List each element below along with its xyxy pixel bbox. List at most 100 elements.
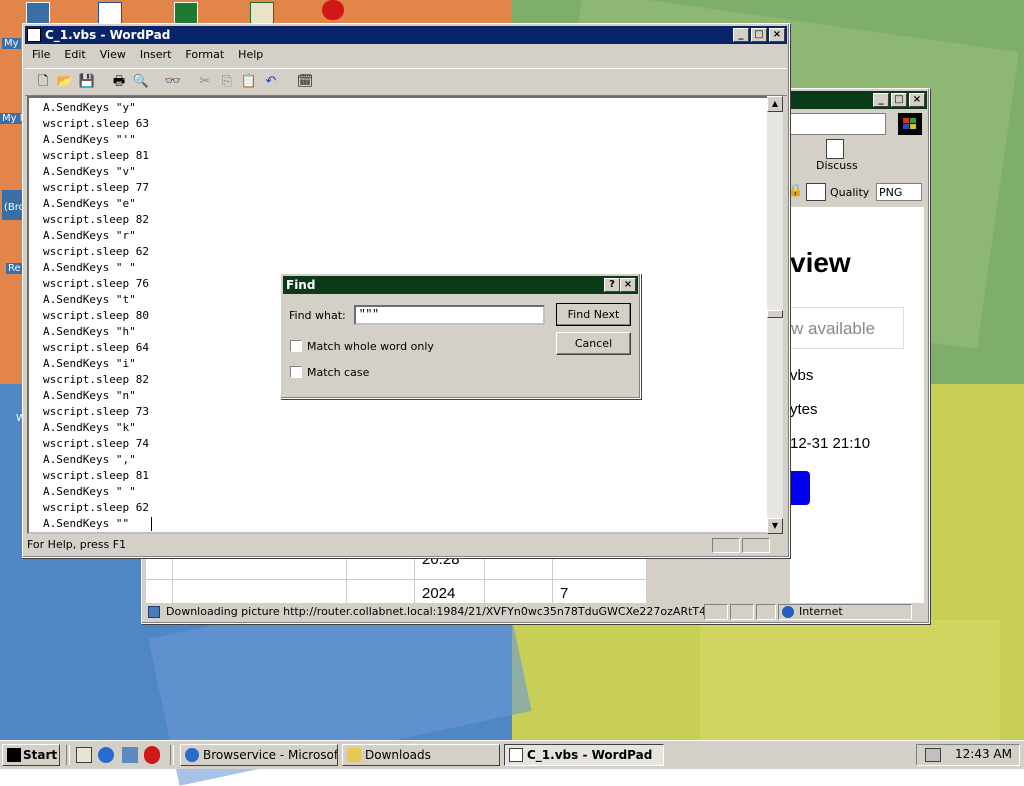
match-whole-word-checkbox[interactable] (290, 340, 302, 352)
document-line: wscript.sleep 77 (43, 181, 149, 194)
print-preview-icon[interactable]: 🔍 (131, 72, 151, 92)
date-value: 12-31 21:10 (790, 435, 871, 452)
desktop-label-recycle[interactable]: Re (6, 263, 23, 274)
menu-insert[interactable]: Insert (133, 46, 179, 61)
opera-icon[interactable] (144, 746, 160, 764)
document-line: A.SendKeys "r" (43, 229, 136, 242)
filename-value: vbs (790, 367, 814, 384)
copy-icon[interactable]: ⎘ (217, 72, 237, 92)
discuss-button[interactable]: Discuss (802, 137, 922, 177)
scroll-thumb[interactable] (767, 310, 783, 318)
page-heading: view (790, 247, 851, 278)
taskbar-item-wordpad[interactable]: C_1.vbs - WordPad (504, 744, 664, 766)
document-line: wscript.sleep 73 (43, 405, 149, 418)
start-button[interactable]: Start (2, 744, 60, 766)
wordpad-app-icon[interactable] (27, 28, 41, 42)
match-whole-word-label[interactable]: Match whole word only (307, 340, 434, 353)
document-line: wscript.sleep 62 (43, 501, 149, 514)
maximize-button[interactable]: □ (751, 28, 767, 42)
find-what-label: Find what: (289, 309, 346, 322)
show-desktop-icon[interactable] (76, 747, 92, 763)
quality-value: PNG (879, 186, 903, 199)
menu-bar: File Edit View Insert Format Help (25, 46, 787, 66)
close-button[interactable]: × (909, 93, 925, 107)
taskbar-item-browser[interactable]: Browservice - Microsof... (180, 744, 338, 766)
wordpad-statusbar: For Help, press F1 (27, 536, 785, 554)
start-label: Start (23, 748, 58, 762)
close-button[interactable]: × (620, 278, 636, 292)
find-next-button[interactable]: Find Next (556, 303, 631, 326)
document-line: A.SendKeys "k" (43, 421, 136, 434)
desktop-label-my[interactable]: My (2, 38, 21, 49)
folder-icon (347, 748, 361, 762)
status-text: For Help, press F1 (27, 538, 127, 551)
size-value: ytes (790, 401, 818, 418)
clipboard-icon[interactable] (806, 183, 826, 201)
menu-format[interactable]: Format (178, 46, 231, 61)
availability-box: w available (784, 307, 904, 349)
wordpad-titlebar[interactable]: C_1.vbs - WordPad _ □ × (25, 26, 787, 44)
menu-edit[interactable]: Edit (57, 46, 92, 61)
cancel-button[interactable]: Cancel (556, 332, 631, 355)
match-case-checkbox[interactable] (290, 366, 302, 378)
find-icon[interactable]: 👓 (163, 72, 183, 92)
system-tray: 12:43 AM (916, 744, 1020, 766)
clock-app-icon[interactable] (250, 2, 274, 24)
find-title: Find (286, 278, 316, 292)
minimize-button[interactable]: _ (873, 93, 889, 107)
vertical-scrollbar[interactable]: ▲ ▼ (767, 96, 783, 534)
task-label: C_1.vbs - WordPad (527, 748, 653, 762)
quality-select[interactable]: PNG (876, 183, 922, 201)
open-icon[interactable]: 📂 (55, 72, 75, 92)
save-icon[interactable]: 💾 (77, 72, 97, 92)
document-line: A.SendKeys "y" (43, 101, 136, 114)
my-computer-icon[interactable] (26, 2, 50, 24)
windows-logo-icon (898, 113, 922, 135)
menu-file[interactable]: File (25, 46, 57, 61)
document-line: A.SendKeys " " (43, 261, 136, 274)
document-line: A.SendKeys "," (43, 453, 136, 466)
browser-icon (185, 748, 199, 762)
document-line: A.SendKeys "t" (43, 293, 136, 306)
zone-label: Internet (799, 605, 843, 618)
document-line: A.SendKeys "n" (43, 389, 136, 402)
close-button[interactable]: × (769, 28, 785, 42)
document-line: A.SendKeys "'" (43, 133, 136, 146)
cut-icon[interactable]: ✂ (195, 72, 215, 92)
scroll-up-button[interactable]: ▲ (767, 96, 783, 112)
document-line: A.SendKeys "h" (43, 325, 136, 338)
find-titlebar[interactable]: Find ? × (283, 276, 638, 294)
text-cursor (151, 517, 152, 531)
taskbar-item-downloads[interactable]: Downloads (342, 744, 500, 766)
network-icon[interactable] (122, 747, 138, 763)
task-label: Downloads (365, 748, 431, 762)
print-icon[interactable]: 🖶 (109, 72, 129, 92)
maximize-button[interactable]: □ (891, 93, 907, 107)
clock[interactable]: 12:43 AM (955, 747, 1012, 761)
task-label: Browservice - Microsof... (203, 748, 338, 762)
new-icon[interactable]: 🗋 (33, 72, 53, 92)
opera-icon[interactable] (322, 0, 344, 20)
minimize-button[interactable]: _ (733, 28, 749, 42)
outlook-icon[interactable] (98, 2, 122, 24)
document-line: wscript.sleep 63 (43, 117, 149, 130)
document-line: wscript.sleep 82 (43, 213, 149, 226)
paste-icon[interactable]: 📋 (239, 72, 259, 92)
windows-logo-icon (7, 748, 21, 762)
document-line: A.SendKeys "v" (43, 165, 136, 178)
internet-explorer-icon[interactable] (98, 747, 114, 763)
excel-icon[interactable] (174, 2, 198, 24)
address-bar[interactable] (790, 113, 886, 135)
menu-view[interactable]: View (93, 46, 133, 61)
document-line: wscript.sleep 81 (43, 469, 149, 482)
scroll-down-button[interactable]: ▼ (767, 518, 783, 534)
match-case-label[interactable]: Match case (307, 366, 369, 379)
date-time-icon[interactable]: 🗓 (295, 72, 315, 92)
menu-help[interactable]: Help (231, 46, 270, 61)
help-button[interactable]: ? (604, 278, 620, 292)
wordpad-title: C_1.vbs - WordPad (45, 28, 171, 42)
undo-icon[interactable]: ↶ (261, 72, 281, 92)
tray-network-icon[interactable] (925, 748, 941, 762)
browser-statusbar: Downloading picture http://router.collab… (144, 603, 925, 621)
find-what-input[interactable] (354, 305, 545, 325)
